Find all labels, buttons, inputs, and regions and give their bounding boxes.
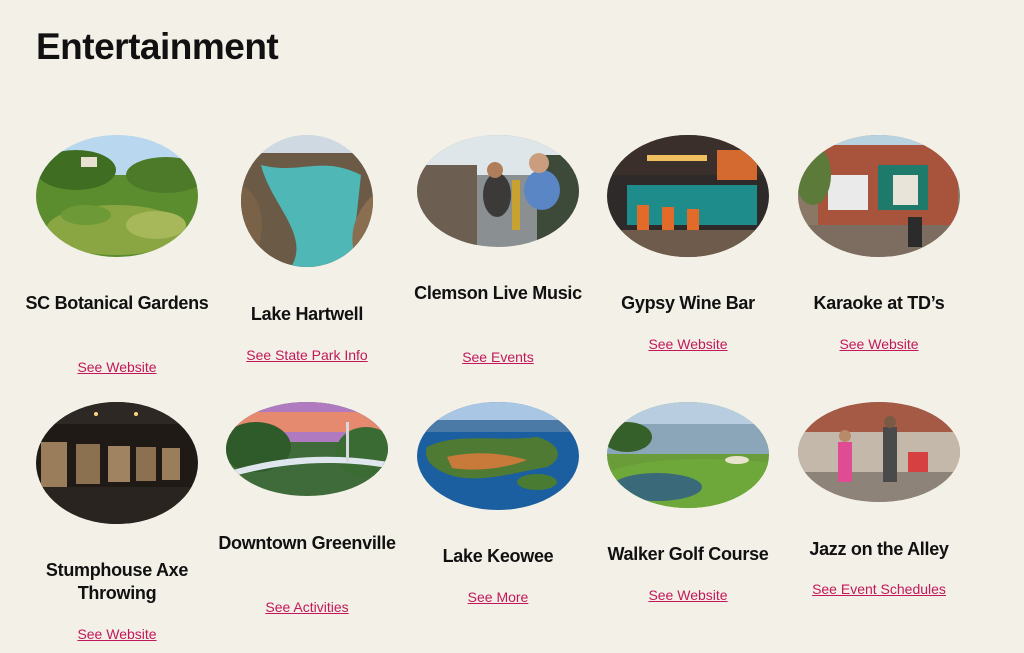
card-botanical-gardens: SC Botanical Gardens See Website <box>22 135 212 385</box>
card-title: Gypsy Wine Bar <box>621 293 755 313</box>
card-title: Walker Golf Course <box>607 544 769 564</box>
botanical-gardens-photo[interactable] <box>36 135 198 257</box>
see-event-schedules-link[interactable]: See Event Schedules <box>784 581 974 597</box>
card-title: Lake Keowee <box>442 546 554 566</box>
see-website-link[interactable]: See Website <box>22 359 212 375</box>
axe-throwing-photo[interactable] <box>36 402 198 524</box>
page-title: Entertainment <box>36 26 279 67</box>
card-title: Downtown Greenville <box>218 533 396 553</box>
live-music-photo[interactable] <box>417 135 579 247</box>
wine-bar-photo[interactable] <box>607 135 769 257</box>
karaoke-photo[interactable] <box>798 135 960 257</box>
see-state-park-info-link[interactable]: See State Park Info <box>212 347 402 363</box>
card-lake-hartwell: Lake Hartwell See State Park Info <box>212 135 402 385</box>
card-live-music: Clemson Live Music See Events <box>403 135 593 385</box>
card-greenville: Downtown Greenville See Activities <box>212 402 402 653</box>
see-website-link[interactable]: See Website <box>593 587 783 603</box>
card-axe-throwing: Stumphouse Axe Throwing See Website <box>22 402 212 653</box>
card-wine-bar: Gypsy Wine Bar See Website <box>593 135 783 385</box>
card-jazz-alley: Jazz on the Alley See Event Schedules <box>784 402 974 653</box>
see-activities-link[interactable]: See Activities <box>212 599 402 615</box>
see-website-link[interactable]: See Website <box>593 336 783 352</box>
see-events-link[interactable]: See Events <box>403 349 593 365</box>
card-title: Clemson Live Music <box>414 283 582 303</box>
card-title: Karaoke at TD’s <box>813 293 945 313</box>
card-karaoke: Karaoke at TD’s See Website <box>784 135 974 385</box>
greenville-photo[interactable] <box>226 402 388 496</box>
golf-course-photo[interactable] <box>607 402 769 508</box>
card-title: Lake Hartwell <box>250 304 364 324</box>
see-more-link[interactable]: See More <box>403 589 593 605</box>
lake-keowee-photo[interactable] <box>417 402 579 510</box>
card-lake-keowee: Lake Keowee See More <box>403 402 593 653</box>
jazz-alley-photo[interactable] <box>798 402 960 502</box>
see-website-link[interactable]: See Website <box>784 336 974 352</box>
lake-hartwell-photo[interactable] <box>241 135 373 267</box>
see-website-link[interactable]: See Website <box>22 626 212 642</box>
card-title: SC Botanical Gardens <box>25 293 209 313</box>
card-golf-course: Walker Golf Course See Website <box>593 402 783 653</box>
card-title: Jazz on the Alley <box>809 539 949 559</box>
card-title: Stumphouse Axe Throwing <box>45 560 189 603</box>
